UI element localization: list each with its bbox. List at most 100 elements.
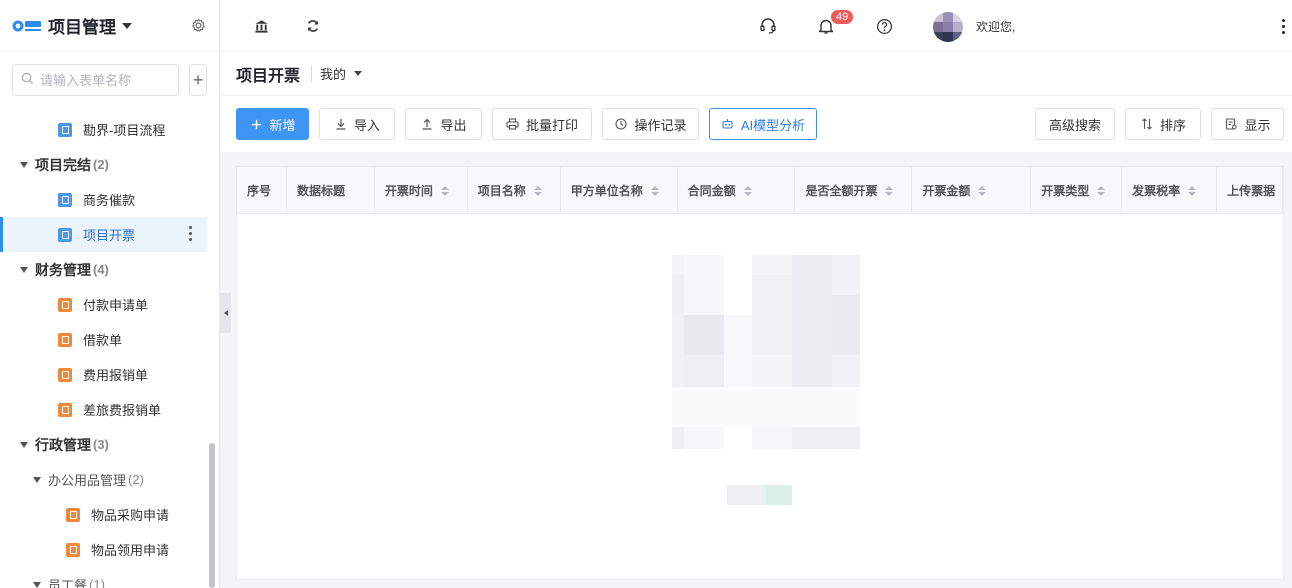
form-icon bbox=[66, 507, 80, 522]
sort-button[interactable]: 排序 bbox=[1125, 108, 1201, 140]
sidebar-item-label: 商务催款 bbox=[83, 193, 136, 208]
avatar[interactable] bbox=[933, 12, 963, 42]
caret-down-icon bbox=[33, 581, 41, 588]
form-icon bbox=[58, 297, 72, 312]
add-form-button[interactable]: + bbox=[189, 64, 207, 96]
column-header-label: 序号 bbox=[247, 184, 272, 198]
sidebar-group-13[interactable]: 员工餐 (1) bbox=[0, 567, 207, 588]
column-header-label: 甲方单位名称 bbox=[570, 184, 643, 198]
column-header-label: 合同金额 bbox=[687, 184, 736, 198]
form-icon bbox=[58, 192, 72, 207]
sidebar-item-6[interactable]: 借款单 bbox=[0, 322, 207, 357]
app-logo bbox=[12, 17, 42, 35]
bank-icon[interactable] bbox=[251, 16, 271, 36]
search-input[interactable] bbox=[40, 72, 170, 88]
column-header-10[interactable]: 上传票据 bbox=[1217, 167, 1283, 214]
column-header-8[interactable]: 开票类型 bbox=[1031, 167, 1123, 214]
column-header-0[interactable]: 序号 bbox=[237, 167, 287, 214]
top-bar: 49 欢迎您, bbox=[220, 0, 1292, 52]
more-vertical-icon[interactable] bbox=[189, 226, 193, 241]
sidebar-group-count: (2) bbox=[93, 157, 109, 172]
table-header: 序号 数据标题 开票时间 项目名称 甲方单位名称 合同金额 是否全额开票 开票金额 开票类型 发票… bbox=[237, 167, 1283, 214]
sidebar-group-9[interactable]: 行政管理 (3) bbox=[0, 427, 207, 462]
batch-print-button[interactable]: 批量打印 bbox=[492, 108, 592, 140]
column-header-5[interactable]: 合同金额 bbox=[678, 167, 796, 214]
app-switcher[interactable]: 项目管理 bbox=[48, 13, 132, 38]
sort-arrows-icon[interactable] bbox=[440, 185, 449, 196]
search-icon bbox=[21, 72, 34, 88]
plus-icon bbox=[249, 117, 263, 131]
advanced-search-button[interactable]: 高级搜索 bbox=[1035, 108, 1115, 140]
sidebar-item-8[interactable]: 差旅费报销单 bbox=[0, 392, 207, 427]
gear-icon[interactable] bbox=[189, 17, 207, 35]
sidebar-item-label: 付款申请单 bbox=[83, 298, 149, 313]
headset-icon[interactable] bbox=[758, 16, 778, 36]
sidebar-item-3[interactable]: 项目开票 bbox=[0, 217, 207, 252]
sidebar-item-0[interactable]: 勘界-项目流程 bbox=[0, 112, 207, 147]
view-selector[interactable]: 我的 bbox=[320, 64, 363, 83]
import-button[interactable]: 导入 bbox=[319, 108, 395, 140]
form-icon bbox=[58, 367, 72, 382]
sidebar-group-4[interactable]: 财务管理 (4) bbox=[0, 252, 207, 287]
column-header-label: 数据标题 bbox=[296, 184, 345, 198]
sidebar-item-2[interactable]: 商务催款 bbox=[0, 182, 207, 217]
add-button-label: 新增 bbox=[269, 117, 296, 133]
sort-arrows-icon[interactable] bbox=[978, 185, 987, 196]
operation-log-button-label: 操作记录 bbox=[634, 117, 687, 133]
ai-analysis-button-label: AI模型分析 bbox=[740, 117, 806, 133]
column-header-1[interactable]: 数据标题 bbox=[287, 167, 375, 214]
page-title: 项目开票 bbox=[236, 67, 301, 85]
sidebar-item-5[interactable]: 付款申请单 bbox=[0, 287, 207, 322]
sort-arrows-icon[interactable] bbox=[650, 185, 659, 196]
sidebar-collapse-toggle[interactable] bbox=[220, 293, 231, 333]
sort-arrows-icon[interactable] bbox=[1097, 185, 1106, 196]
column-header-3[interactable]: 项目名称 bbox=[468, 167, 561, 214]
column-header-label: 开票金额 bbox=[922, 184, 971, 198]
welcome-text: 欢迎您, bbox=[976, 20, 1016, 34]
toolbar: 新增 导入 导出 批量打印 操作记录 AI模型分析 高级搜索 排序 显示 bbox=[220, 96, 1292, 152]
advanced-search-button-label: 高级搜索 bbox=[1048, 117, 1101, 133]
sort-arrows-icon[interactable] bbox=[885, 185, 894, 196]
sidebar-group-count: (4) bbox=[93, 262, 109, 277]
refresh-icon[interactable] bbox=[303, 16, 323, 36]
sort-arrows-icon[interactable] bbox=[1188, 185, 1197, 196]
form-icon bbox=[66, 542, 80, 557]
chevron-down-icon bbox=[122, 22, 132, 29]
sidebar-group-label: 员工餐 bbox=[48, 578, 88, 588]
column-header-label: 上传票据 bbox=[1227, 184, 1276, 198]
sidebar-item-7[interactable]: 费用报销单 bbox=[0, 357, 207, 392]
column-header-7[interactable]: 开票金额 bbox=[912, 167, 1032, 214]
sidebar-group-label: 项目完结 bbox=[35, 156, 91, 173]
column-header-2[interactable]: 开票时间 bbox=[375, 167, 468, 214]
add-button[interactable]: 新增 bbox=[236, 108, 309, 140]
sidebar-scrollbar[interactable] bbox=[209, 443, 215, 588]
column-header-9[interactable]: 发票税率 bbox=[1122, 167, 1218, 214]
column-header-4[interactable]: 甲方单位名称 bbox=[561, 167, 678, 214]
sidebar-group-count: (1) bbox=[89, 577, 105, 588]
sidebar-search: + bbox=[0, 52, 219, 106]
sidebar-group-10[interactable]: 办公用品管理 (2) bbox=[0, 462, 207, 497]
sidebar-item-label: 差旅费报销单 bbox=[83, 403, 162, 418]
upload-icon bbox=[420, 117, 434, 131]
sort-button-label: 排序 bbox=[1159, 117, 1186, 133]
sort-arrows-icon[interactable] bbox=[743, 185, 752, 196]
more-vertical-icon[interactable] bbox=[1282, 19, 1285, 34]
display-button[interactable]: 显示 bbox=[1211, 108, 1284, 140]
caret-down-icon bbox=[20, 441, 28, 448]
notification-badge: 49 bbox=[830, 9, 855, 25]
sort-arrows-icon[interactable] bbox=[533, 185, 542, 196]
data-table: 序号 数据标题 开票时间 项目名称 甲方单位名称 合同金额 是否全额开票 开票金额 开票类型 发票… bbox=[236, 166, 1284, 580]
page-header: 项目开票 我的 bbox=[220, 52, 1292, 96]
ai-analysis-button[interactable]: AI模型分析 bbox=[709, 108, 817, 140]
operation-log-button[interactable]: 操作记录 bbox=[602, 108, 699, 140]
sidebar-group-label: 办公用品管理 bbox=[48, 473, 127, 488]
sidebar-group-count: (3) bbox=[93, 437, 109, 452]
sidebar-item-label: 费用报销单 bbox=[83, 368, 149, 383]
column-header-6[interactable]: 是否全额开票 bbox=[795, 167, 913, 214]
help-icon[interactable] bbox=[874, 16, 894, 36]
sidebar-group-1[interactable]: 项目完结 (2) bbox=[0, 147, 207, 182]
export-button[interactable]: 导出 bbox=[405, 108, 482, 140]
sidebar-item-11[interactable]: 物品采购申请 bbox=[0, 497, 207, 532]
sort-icon bbox=[1140, 117, 1154, 131]
sidebar-item-12[interactable]: 物品领用申请 bbox=[0, 532, 207, 567]
